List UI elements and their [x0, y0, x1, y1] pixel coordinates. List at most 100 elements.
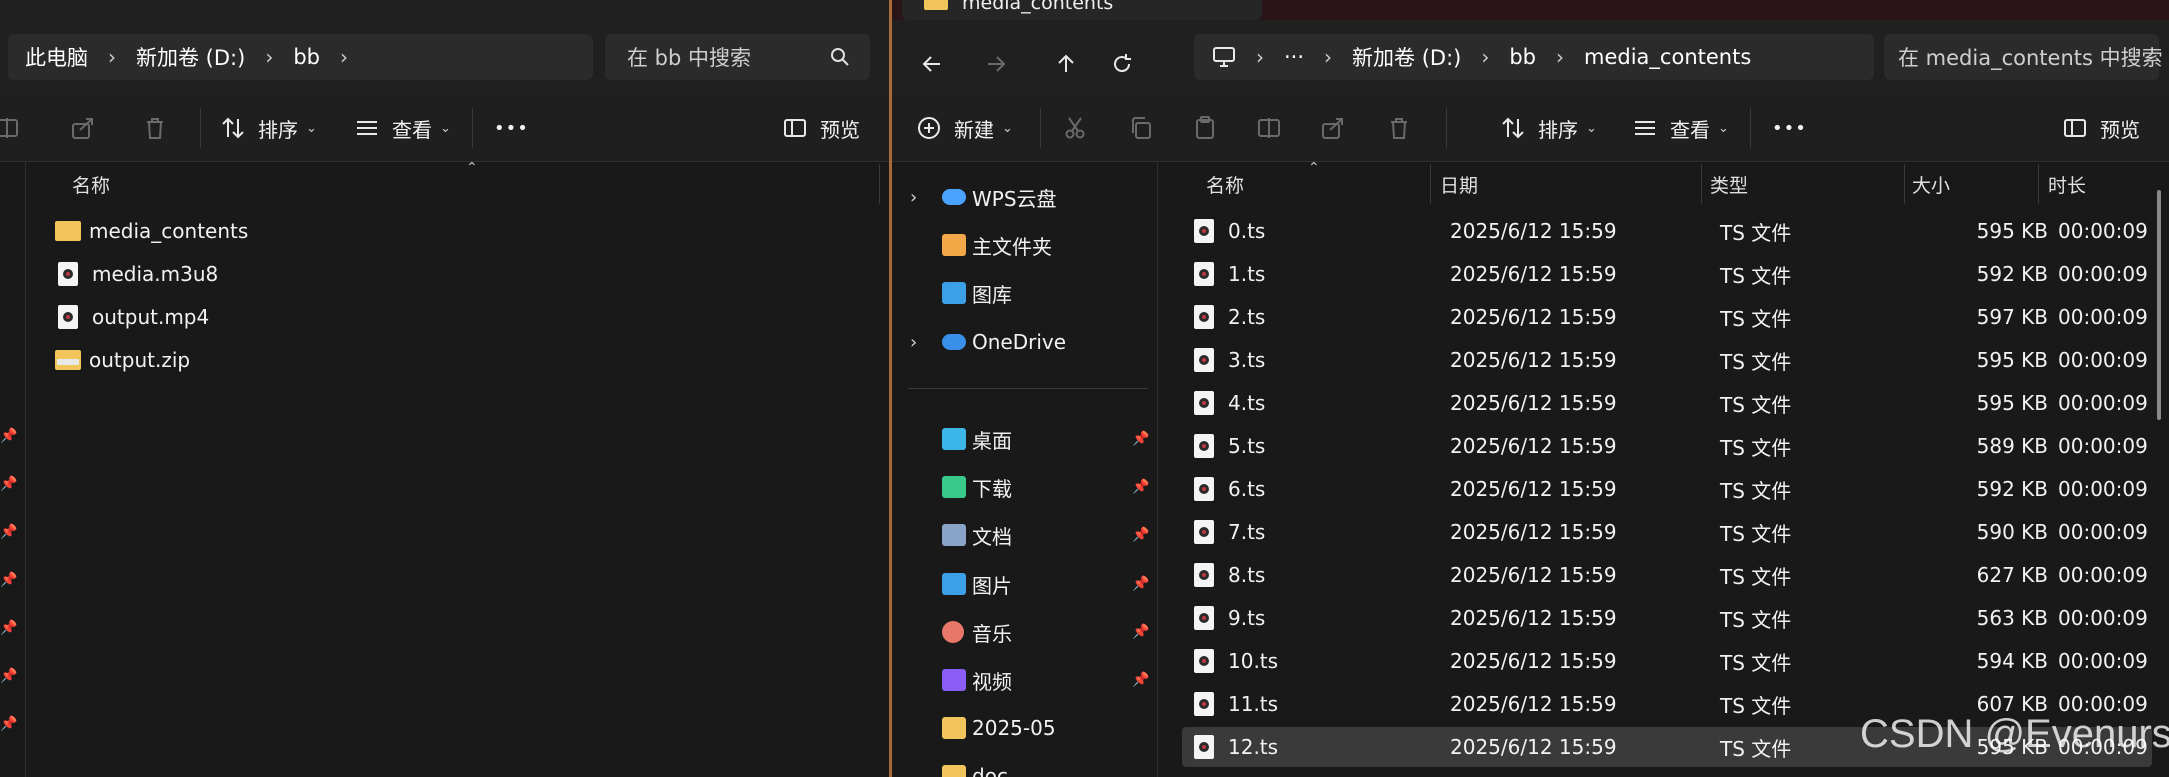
cell-duration: 00:00:09 [2058, 606, 2148, 630]
cell-duration: 00:00:09 [2058, 520, 2148, 544]
toolbar-divider [1446, 108, 1447, 148]
pin-icon: 📌 [1132, 431, 1150, 447]
paste-button[interactable] [1192, 108, 1230, 148]
copy-button[interactable] [1128, 108, 1166, 148]
rename-button[interactable] [1256, 108, 1294, 148]
column-header-name[interactable]: 名称 [72, 164, 110, 204]
nav-item-gallery[interactable]: 图库 [892, 273, 1158, 313]
file-row[interactable]: 5.ts 2025/6/12 15:59 TS 文件 589 KB 00:00:09 [1182, 426, 2152, 466]
cell-type: TS 文件 [1720, 392, 1792, 417]
pin-icon: 📌 [1132, 672, 1150, 688]
column-divider[interactable] [1904, 164, 1905, 204]
expand-chevron-icon[interactable]: › [910, 187, 917, 208]
nav-item-pictures[interactable]: 图片 📌 [892, 564, 1158, 604]
nav-item-cloud[interactable]: › WPS云盘 [892, 177, 1158, 217]
column-divider[interactable] [879, 164, 880, 204]
breadcrumb-item-bb[interactable]: bb [293, 45, 320, 69]
cell-type: TS 文件 [1720, 220, 1792, 245]
column-divider[interactable] [2038, 164, 2039, 204]
breadcrumb[interactable]: › ··· › 新加卷 (D:) › bb › media_contents [1194, 34, 1874, 80]
file-row[interactable]: 9.ts 2025/6/12 15:59 TS 文件 563 KB 00:00:09 [1182, 598, 2152, 638]
column-header-size[interactable]: 大小 [1912, 164, 1950, 204]
column-header-duration-label: 时长 [2048, 174, 2087, 197]
nav-item-folder[interactable]: 2025-05 [892, 708, 1158, 748]
nav-item-document[interactable]: 文档 📌 [892, 515, 1158, 555]
search-input[interactable]: 在 bb 中搜索 [605, 34, 870, 80]
nav-item-home[interactable]: 主文件夹 [892, 225, 1158, 265]
delete-button[interactable] [142, 108, 180, 148]
file-row[interactable]: 8.ts 2025/6/12 15:59 TS 文件 627 KB 00:00:09 [1182, 555, 2152, 595]
scrollbar-thumb[interactable] [2157, 190, 2161, 420]
column-header-type[interactable]: 类型 [1710, 164, 1748, 204]
cell-type: TS 文件 [1720, 607, 1792, 632]
column-header-date[interactable]: 日期 [1440, 164, 1478, 204]
share-button[interactable] [1320, 108, 1358, 148]
chevron-right-icon[interactable]: › [265, 45, 273, 69]
file-row[interactable]: media.m3u8 [50, 254, 870, 294]
chevron-right-icon[interactable]: › [1256, 45, 1264, 69]
sort-button[interactable]: 排序 ⌄ [1500, 108, 1597, 148]
file-row[interactable]: 1.ts 2025/6/12 15:59 TS 文件 592 KB 00:00:09 [1182, 254, 2152, 294]
search-input[interactable]: 在 media_contents 中搜索 [1884, 34, 2163, 80]
more-options-button[interactable]: ••• [494, 108, 529, 148]
nav-item-onedrive[interactable]: › OneDrive [892, 322, 1158, 362]
column-header-type-label: 类型 [1710, 174, 1749, 197]
tab-strip: media_contents [892, 0, 2169, 20]
chevron-right-icon[interactable]: › [340, 45, 348, 69]
file-row[interactable]: 0.ts 2025/6/12 15:59 TS 文件 595 KB 00:00:09 [1182, 211, 2152, 251]
more-options-button[interactable]: ••• [1772, 108, 1807, 148]
column-header-name[interactable]: 名称 [1206, 164, 1244, 204]
rename-button[interactable] [0, 108, 32, 148]
breadcrumb-overflow-button[interactable]: ··· [1284, 45, 1304, 69]
breadcrumb-item-drive-d[interactable]: 新加卷 (D:) [136, 42, 245, 72]
preview-button[interactable]: 预览 [2062, 108, 2140, 148]
file-row[interactable]: 6.ts 2025/6/12 15:59 TS 文件 592 KB 00:00:09 [1182, 469, 2152, 509]
chevron-right-icon[interactable]: › [1481, 45, 1489, 69]
nav-item-video[interactable]: 视频 📌 [892, 660, 1158, 700]
breadcrumb-item-media-contents[interactable]: media_contents [1584, 45, 1751, 69]
breadcrumb-item-drive-d[interactable]: 新加卷 (D:) [1352, 42, 1461, 72]
file-row[interactable]: output.mp4 [50, 297, 870, 337]
preview-button[interactable]: 预览 [782, 108, 860, 148]
chevron-right-icon[interactable]: › [1556, 45, 1564, 69]
breadcrumb[interactable]: 此电脑 › 新加卷 (D:) › bb › [8, 34, 593, 80]
nav-item-folder[interactable]: doc [892, 756, 1158, 777]
expand-chevron-icon[interactable]: › [910, 332, 917, 353]
file-row[interactable]: 7.ts 2025/6/12 15:59 TS 文件 590 KB 00:00:09 [1182, 512, 2152, 552]
monitor-icon[interactable] [1212, 46, 1236, 68]
breadcrumb-item-this-pc[interactable]: 此电脑 [25, 42, 88, 72]
column-header-size-label: 大小 [1912, 174, 1951, 197]
nav-item-music[interactable]: 音乐 📌 [892, 612, 1158, 652]
cut-button[interactable] [1062, 108, 1100, 148]
new-label: 新建 [954, 117, 994, 142]
up-button[interactable] [1048, 46, 1084, 82]
file-row[interactable]: 2.ts 2025/6/12 15:59 TS 文件 597 KB 00:00:09 [1182, 297, 2152, 337]
cell-name: 0.ts [1182, 211, 1265, 251]
share-button[interactable] [70, 108, 108, 148]
view-button[interactable]: 查看 ⌄ [354, 108, 451, 148]
new-button[interactable]: 新建 ⌄ [916, 108, 1013, 148]
file-row[interactable]: 4.ts 2025/6/12 15:59 TS 文件 595 KB 00:00:09 [1182, 383, 2152, 423]
chevron-right-icon[interactable]: › [108, 45, 116, 69]
delete-button[interactable] [1386, 108, 1424, 148]
cell-size: 595 KB [1976, 219, 2048, 243]
view-button[interactable]: 查看 ⌄ [1632, 108, 1729, 148]
column-divider[interactable] [1430, 164, 1431, 204]
breadcrumb-item-bb[interactable]: bb [1509, 45, 1536, 69]
search-placeholder: 在 media_contents 中搜索 [1898, 46, 2163, 70]
column-divider[interactable] [1701, 164, 1702, 204]
file-row[interactable]: 3.ts 2025/6/12 15:59 TS 文件 595 KB 00:00:09 [1182, 340, 2152, 380]
column-header-duration[interactable]: 时长 [2048, 164, 2086, 204]
tab-media-contents[interactable]: media_contents [902, 0, 1262, 20]
chevron-right-icon[interactable]: › [1324, 45, 1332, 69]
nav-item-label: OneDrive [972, 330, 1067, 354]
refresh-button[interactable] [1104, 46, 1140, 82]
nav-item-download[interactable]: 下载 📌 [892, 467, 1158, 507]
nav-item-desktop[interactable]: 桌面 📌 [892, 419, 1158, 459]
file-row[interactable]: media_contents [50, 211, 870, 251]
forward-button[interactable] [978, 46, 1014, 82]
file-row[interactable]: output.zip [50, 340, 870, 380]
back-button[interactable] [914, 46, 950, 82]
file-row[interactable]: 10.ts 2025/6/12 15:59 TS 文件 594 KB 00:00:09 [1182, 641, 2152, 681]
sort-button[interactable]: 排序 ⌄ [220, 108, 317, 148]
